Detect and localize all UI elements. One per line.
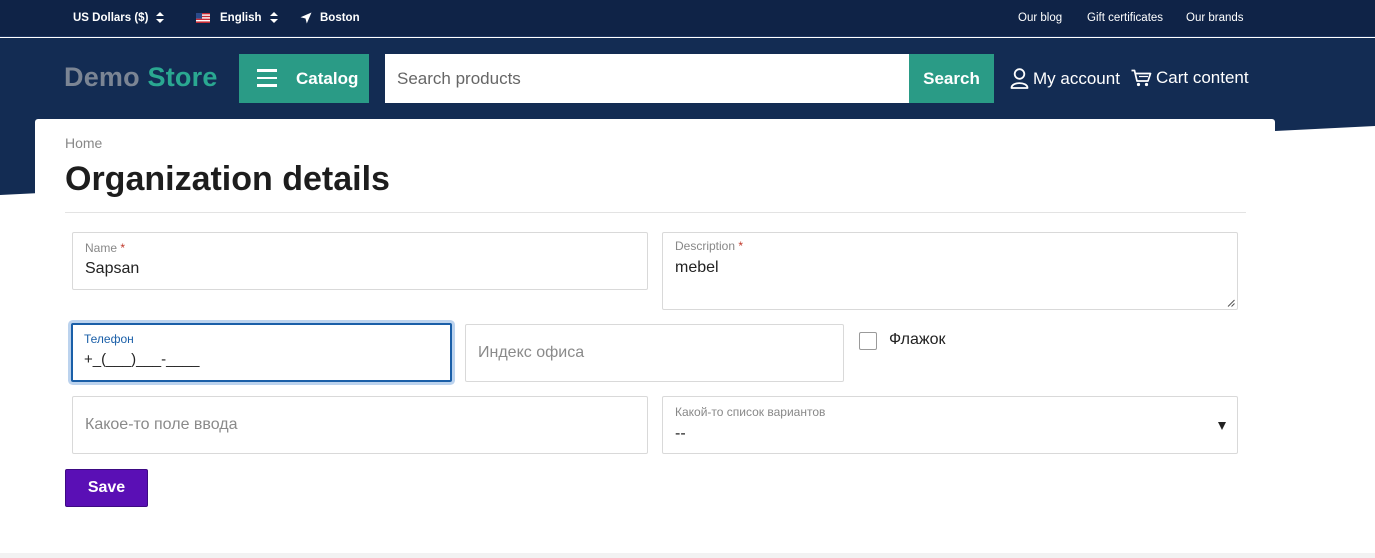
options-select-label: Какой-то список вариантов [675, 405, 826, 419]
location-selector[interactable]: Boston [300, 11, 360, 25]
dropdown-arrow-icon [1218, 422, 1226, 430]
phone-field-label: Телефон [84, 332, 134, 346]
office-index-field[interactable]: Индекс офиса [465, 324, 844, 382]
top-bar: US Dollars ($) English Boston Our blog G… [0, 0, 1375, 37]
required-mark: * [738, 239, 744, 253]
some-input-field[interactable]: Какое-то поле ввода [72, 396, 648, 454]
cart-link[interactable]: Cart content [1131, 68, 1249, 88]
description-field-label: Description * [675, 239, 744, 253]
my-account-link[interactable]: My account [1010, 68, 1120, 89]
name-field-value: Sapsan [85, 260, 140, 277]
language-label: English [220, 12, 262, 24]
phone-field[interactable]: Телефон +_(___)___-____ [71, 323, 452, 382]
store-logo[interactable]: Demo Store [64, 62, 218, 93]
some-input-placeholder: Какое-то поле ввода [85, 416, 238, 433]
catalog-button[interactable]: Catalog [239, 54, 369, 103]
menu-icon [257, 69, 277, 87]
resize-handle-icon[interactable] [1227, 299, 1235, 307]
us-flag-icon [196, 13, 210, 23]
brands-link[interactable]: Our brands [1186, 12, 1244, 24]
catalog-label: Catalog [296, 69, 359, 88]
flag-checkbox-label[interactable]: Флажок [889, 331, 945, 349]
location-arrow-icon [300, 12, 312, 24]
description-field[interactable]: Description * mebel [662, 232, 1238, 310]
name-field[interactable]: Name * Sapsan [72, 232, 648, 290]
options-select[interactable]: Какой-то список вариантов -- [662, 396, 1238, 454]
name-field-label: Name * [85, 241, 126, 255]
phone-field-value: +_(___)___-____ [84, 351, 200, 368]
required-mark: * [120, 241, 126, 255]
sort-updown-icon [269, 12, 278, 24]
blog-link[interactable]: Our blog [1018, 12, 1062, 24]
search-input[interactable] [385, 54, 909, 103]
title-divider [65, 212, 1246, 213]
page-title: Organization details [65, 160, 390, 198]
office-index-placeholder: Индекс офиса [478, 344, 585, 361]
currency-selector[interactable]: US Dollars ($) [73, 11, 165, 25]
gift-certificates-link[interactable]: Gift certificates [1087, 12, 1163, 24]
cart-label: Cart content [1156, 68, 1249, 87]
user-icon [1010, 68, 1029, 89]
footer-divider [0, 553, 1375, 558]
cart-icon [1131, 69, 1152, 87]
options-select-value: -- [675, 425, 686, 442]
sort-updown-icon [156, 12, 165, 24]
save-button[interactable]: Save [65, 469, 148, 507]
my-account-label: My account [1033, 68, 1120, 88]
language-selector[interactable]: English [196, 11, 278, 25]
flag-checkbox[interactable] [859, 332, 877, 350]
location-label: Boston [320, 12, 360, 24]
currency-label: US Dollars ($) [73, 12, 149, 24]
description-field-value: mebel [675, 259, 719, 276]
breadcrumb-home[interactable]: Home [65, 135, 102, 151]
search-button[interactable]: Search [909, 54, 994, 103]
